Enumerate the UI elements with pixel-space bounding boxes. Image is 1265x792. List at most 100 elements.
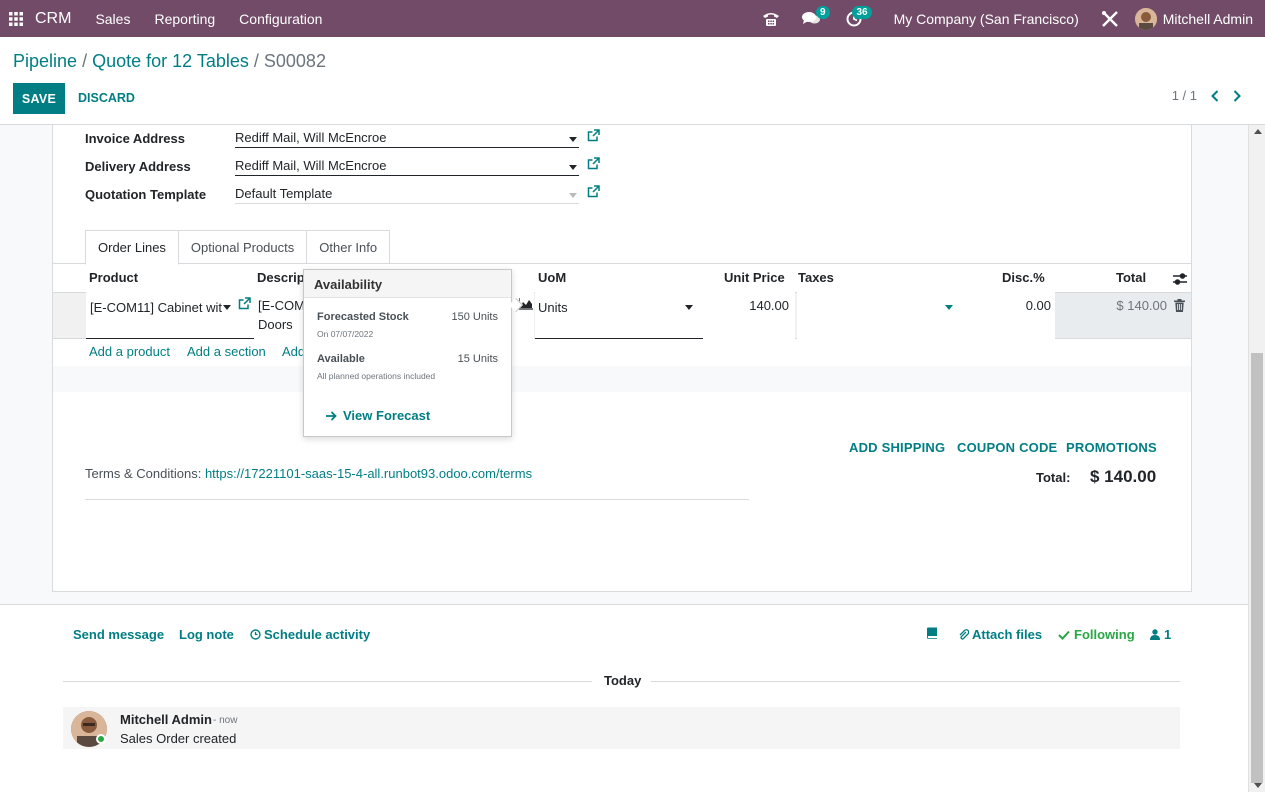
scroll-down-arrow-icon[interactable] <box>1254 783 1262 788</box>
description-line-2: Doors <box>258 317 293 332</box>
total-value: $ 140.00 <box>1090 467 1157 486</box>
menu-sales[interactable]: Sales <box>83 11 142 27</box>
promotions-button[interactable]: PROMOTIONS <box>1066 440 1157 455</box>
top-navbar: CRM Sales Reporting Configuration 9 36 M… <box>0 0 1265 37</box>
delivery-address-field[interactable]: Rediff Mail, Will McEncroe <box>235 154 579 176</box>
quotation-template-field[interactable]: Default Template <box>235 182 579 204</box>
unit-price-value: 140.00 <box>749 298 789 313</box>
discard-button[interactable]: DISCARD <box>78 91 135 105</box>
online-status-icon <box>96 734 106 744</box>
phone-icon[interactable] <box>754 0 788 37</box>
book-icon[interactable] <box>926 627 938 639</box>
available-label: Available <box>317 353 365 365</box>
add-section-link[interactable]: Add a section <box>187 344 266 359</box>
line-total-cell: $ 140.00 <box>1055 293 1191 338</box>
activities-icon[interactable]: 36 <box>838 0 872 37</box>
external-link-icon[interactable] <box>587 185 600 198</box>
dropdown-caret-icon[interactable] <box>685 305 693 310</box>
notebook-tabs: Order Lines Optional Products Other Info <box>85 230 391 265</box>
user-menu[interactable]: Mitchell Admin <box>1134 7 1265 30</box>
forecasted-stock-value: 150 Units <box>451 311 498 323</box>
chatter-message: Mitchell Admin - now Sales Order created <box>63 707 1180 749</box>
quotation-template-value: Default Template <box>235 186 333 201</box>
vertical-scrollbar[interactable] <box>1248 125 1265 792</box>
following-button[interactable]: Following <box>1058 627 1135 642</box>
quotation-template-label: Quotation Template <box>85 187 207 202</box>
followers-count: 1 <box>1164 627 1172 642</box>
invoice-address-value: Rediff Mail, Will McEncroe <box>235 130 387 145</box>
pager-next-icon[interactable] <box>1233 89 1241 102</box>
discount-value: 0.00 <box>1025 298 1051 313</box>
product-cell[interactable]: [E-COM11] Cabinet wit <box>86 292 254 339</box>
attach-files-button[interactable]: Attach files <box>958 627 1042 642</box>
column-disc[interactable]: Disc.% <box>1002 270 1045 285</box>
messages-icon[interactable]: 9 <box>794 0 830 37</box>
add-shipping-button[interactable]: ADD SHIPPING <box>849 440 945 455</box>
send-message-button[interactable]: Send message <box>73 627 164 642</box>
terms-divider <box>85 499 749 500</box>
field-underline <box>86 338 254 339</box>
user-avatar <box>1134 7 1157 30</box>
scroll-up-arrow-icon[interactable] <box>1254 129 1262 134</box>
followers-button[interactable]: 1 <box>1150 627 1171 642</box>
uom-cell[interactable]: Units <box>535 292 795 339</box>
following-label: Following <box>1074 627 1135 642</box>
save-button[interactable]: SAVE <box>13 83 65 114</box>
pager-previous-icon[interactable] <box>1211 89 1219 102</box>
add-note-link[interactable]: Add <box>282 344 305 359</box>
tab-optional-products[interactable]: Optional Products <box>177 230 308 264</box>
menu-configuration[interactable]: Configuration <box>227 11 334 27</box>
debug-tools-icon[interactable] <box>1093 0 1127 37</box>
taxes-cell[interactable] <box>797 292 963 339</box>
external-link-icon[interactable] <box>238 297 251 310</box>
breadcrumb-pipeline[interactable]: Pipeline <box>13 51 77 71</box>
column-uom[interactable]: UoM <box>538 270 566 285</box>
schedule-activity-button[interactable]: Schedule activity <box>250 627 370 642</box>
dropdown-caret-icon[interactable] <box>223 305 231 310</box>
column-total[interactable]: Total <box>1116 270 1146 285</box>
pager-value[interactable]: 1 / 1 <box>1172 88 1197 103</box>
delivery-address-label: Delivery Address <box>85 159 191 174</box>
optional-columns-icon[interactable] <box>1173 273 1187 285</box>
app-brand[interactable]: CRM <box>35 10 71 28</box>
terms-conditions: Terms & Conditions: https://17221101-saa… <box>85 466 532 481</box>
external-link-icon[interactable] <box>587 157 600 170</box>
invoice-address-field[interactable]: Rediff Mail, Will McEncroe <box>235 126 579 148</box>
column-product[interactable]: Product <box>89 270 138 285</box>
activities-badge: 36 <box>852 6 872 19</box>
log-note-button[interactable]: Log note <box>179 627 234 642</box>
column-description[interactable]: Descript <box>257 270 309 285</box>
apps-menu-icon[interactable] <box>0 0 32 37</box>
dropdown-caret-icon[interactable] <box>945 305 953 310</box>
view-forecast-button[interactable]: View Forecast <box>326 408 430 423</box>
available-value: 15 Units <box>457 353 498 365</box>
chatter: Send message Log note Schedule activity … <box>0 604 1248 792</box>
user-name: Mitchell Admin <box>1162 10 1253 27</box>
message-author[interactable]: Mitchell Admin <box>120 712 212 727</box>
forecasted-stock-label: Forecasted Stock <box>317 311 409 323</box>
company-switcher[interactable]: My Company (San Francisco) <box>880 11 1093 27</box>
tabs-divider <box>53 263 1191 264</box>
scrollbar-thumb[interactable] <box>1251 353 1263 783</box>
column-taxes[interactable]: Taxes <box>798 270 834 285</box>
coupon-code-button[interactable]: COUPON CODE <box>957 440 1057 455</box>
message-body: Sales Order created <box>120 731 237 746</box>
tab-order-lines[interactable]: Order Lines <box>85 230 179 265</box>
empty-row <box>53 366 1191 392</box>
dropdown-caret-icon[interactable] <box>569 137 577 142</box>
invoice-address-label: Invoice Address <box>85 131 185 146</box>
tab-other-info[interactable]: Other Info <box>306 230 391 264</box>
column-unit-price[interactable]: Unit Price <box>724 270 785 285</box>
trash-icon[interactable] <box>1174 299 1185 312</box>
dropdown-caret-icon[interactable] <box>569 165 577 170</box>
add-product-link[interactable]: Add a product <box>89 344 170 359</box>
unit-price-cell[interactable]: 140.00 <box>703 292 795 339</box>
breadcrumb-opportunity[interactable]: Quote for 12 Tables <box>92 51 249 71</box>
discount-cell[interactable]: 0.00 <box>963 292 1055 339</box>
external-link-icon[interactable] <box>587 129 600 142</box>
terms-label: Terms & Conditions: <box>85 466 202 481</box>
menu-reporting[interactable]: Reporting <box>142 11 227 27</box>
control-panel: Pipeline / Quote for 12 Tables / S00082 … <box>0 37 1265 125</box>
terms-link[interactable]: https://17221101-saas-15-4-all.runbot93.… <box>205 466 532 481</box>
dropdown-caret-icon[interactable] <box>569 193 577 198</box>
